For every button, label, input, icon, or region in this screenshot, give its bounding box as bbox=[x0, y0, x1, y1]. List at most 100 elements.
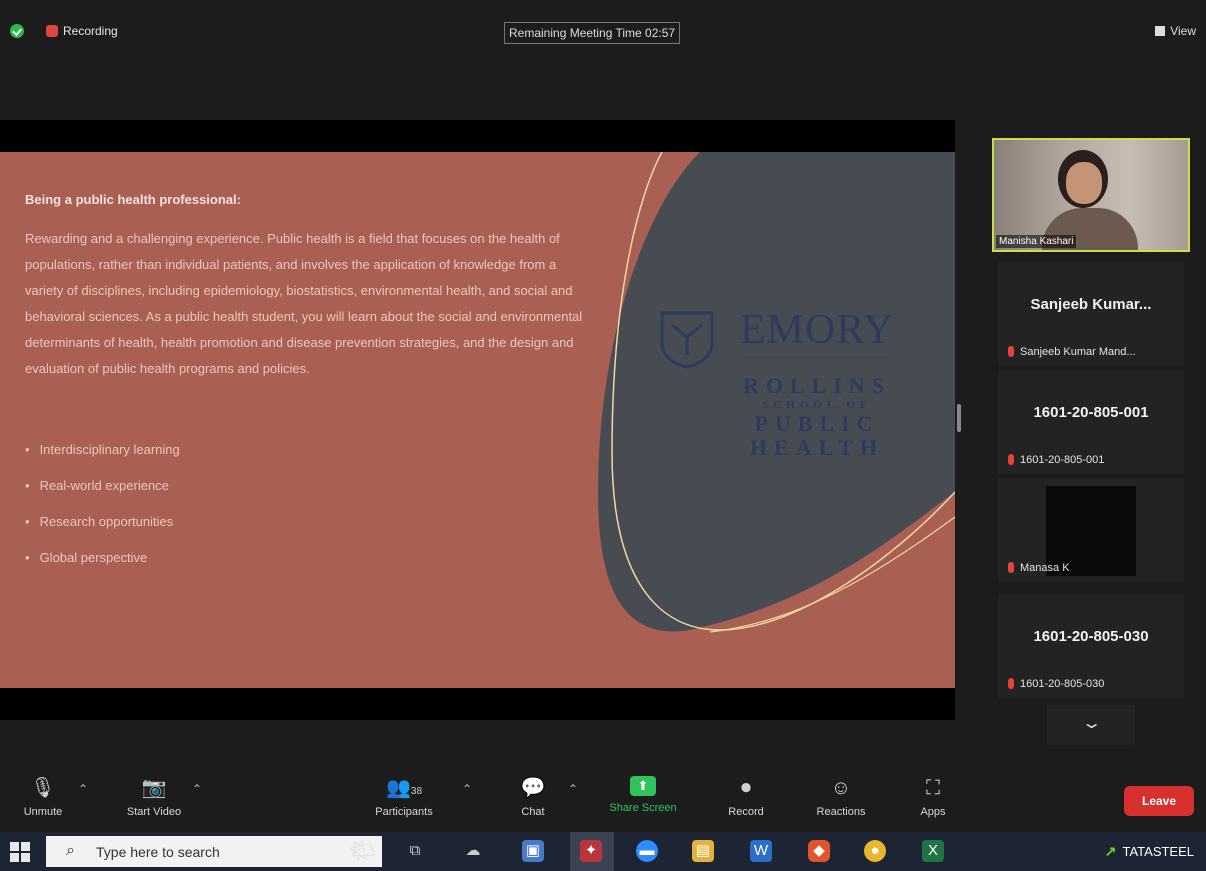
muted-microphone-icon: 🎙 bbox=[30, 777, 56, 799]
apps-button[interactable]: ⛶ Apps bbox=[912, 776, 954, 818]
participant-display-name: 1601-20-805-030 bbox=[1033, 628, 1149, 645]
meeting-top-bar: Recording Remaining Meeting Time 02:57 V… bbox=[0, 0, 1206, 65]
file-explorer-icon[interactable]: ▤ bbox=[692, 840, 714, 862]
search-placeholder: Type here to search bbox=[96, 844, 220, 860]
video-options-chevron-icon[interactable]: ⌃ bbox=[192, 782, 202, 796]
participants-button[interactable]: 👥38 Participants bbox=[362, 776, 446, 818]
participant-display-name: Sanjeeb Kumar... bbox=[1030, 296, 1152, 313]
task-view-icon[interactable]: ⧉ bbox=[404, 840, 426, 862]
tray-weather-widget[interactable]: ↗ TATASTEEL bbox=[1105, 843, 1194, 860]
zoom-app-icon[interactable]: ▬ bbox=[636, 840, 658, 862]
unmute-button[interactable]: 🎙 Unmute bbox=[16, 776, 70, 818]
rollins-logo-text: ROLLINS SCHOOL OF PUBLIC HEALTH bbox=[742, 374, 892, 460]
widgets-icon[interactable]: ☁ bbox=[462, 840, 484, 862]
meeting-timer: Remaining Meeting Time 02:57 bbox=[504, 22, 681, 44]
logo-line: PUBLIC bbox=[754, 411, 880, 436]
security-shield-icon[interactable] bbox=[10, 24, 24, 38]
panel-resize-handle[interactable] bbox=[957, 404, 961, 432]
brave-browser-icon[interactable]: ◆ bbox=[808, 840, 830, 862]
shared-screen-area: Being a public health professional: Rewa… bbox=[0, 120, 955, 720]
recording-indicator[interactable]: Recording bbox=[46, 24, 118, 38]
share-screen-button[interactable]: ⬆ Share Screen bbox=[598, 776, 688, 814]
unmute-label: Unmute bbox=[23, 806, 63, 818]
view-button[interactable]: View bbox=[1155, 24, 1196, 38]
participants-options-chevron-icon[interactable]: ⌃ bbox=[462, 782, 472, 796]
participant-name-text: Sanjeeb Kumar Mand... bbox=[1020, 346, 1136, 358]
start-video-label: Start Video bbox=[126, 806, 182, 818]
muted-mic-icon bbox=[1008, 454, 1014, 465]
muted-mic-icon bbox=[1008, 562, 1014, 573]
presentation-slide: Being a public health professional: Rewa… bbox=[0, 152, 955, 688]
chat-bubble-icon: 💬 bbox=[520, 777, 546, 799]
grid-icon bbox=[1155, 26, 1166, 36]
record-icon: ⏺ bbox=[741, 777, 751, 799]
bullet-item: Interdisciplinary learning bbox=[25, 442, 180, 478]
windows-start-icon[interactable] bbox=[10, 842, 30, 862]
reactions-button[interactable]: ☺ Reactions bbox=[806, 776, 876, 818]
word-app-icon[interactable]: W bbox=[750, 840, 772, 862]
reactions-smiley-icon: ☺ bbox=[830, 777, 852, 799]
participant-name-text: 1601-20-805-030 bbox=[1020, 678, 1105, 690]
participant-name-label: Sanjeeb Kumar Mand... bbox=[1008, 346, 1136, 358]
chevron-down-icon: ⌄ bbox=[1080, 715, 1103, 732]
taskbar-search-box[interactable]: ⌕ Type here to search 🌤 bbox=[46, 836, 382, 867]
app-icon[interactable]: ✦ bbox=[580, 840, 602, 862]
participant-tile[interactable]: 1601-20-805-001 1601-20-805-001 bbox=[998, 370, 1184, 474]
chat-button[interactable]: 💬 Chat bbox=[512, 776, 554, 818]
participant-name-label: Manasa K bbox=[1008, 562, 1070, 574]
logo-divider bbox=[742, 357, 890, 358]
record-button[interactable]: ⏺ Record bbox=[720, 776, 772, 818]
participant-name-label: Manisha Kashari bbox=[996, 235, 1077, 248]
emory-shield-logo-icon bbox=[660, 311, 714, 369]
record-label: Record bbox=[728, 806, 764, 818]
slide-title: Being a public health professional: bbox=[25, 192, 241, 207]
slide-bullet-list: Interdisciplinary learning Real-world ex… bbox=[25, 442, 180, 586]
participant-name-label: 1601-20-805-030 bbox=[1008, 678, 1104, 690]
store-icon[interactable]: ▣ bbox=[522, 840, 544, 862]
logo-line: SCHOOL OF bbox=[762, 399, 872, 411]
chat-options-chevron-icon[interactable]: ⌃ bbox=[568, 782, 578, 796]
muted-mic-icon bbox=[1008, 678, 1014, 689]
apps-label: Apps bbox=[920, 806, 946, 818]
reactions-label: Reactions bbox=[816, 806, 866, 818]
participant-name-text: 1601-20-805-001 bbox=[1020, 454, 1105, 466]
chrome-icon[interactable]: ● bbox=[864, 840, 886, 862]
recording-label: Recording bbox=[63, 24, 118, 38]
slide-body-text: Rewarding and a challenging experience. … bbox=[25, 231, 583, 376]
participant-tile[interactable]: Manasa K bbox=[998, 478, 1184, 582]
search-icon: ⌕ bbox=[66, 842, 75, 859]
participant-display-name: 1601-20-805-001 bbox=[1033, 404, 1149, 421]
windows-taskbar: ⌕ Type here to search 🌤 ⧉ ☁ ▣ ✦ ▬ ▤ W ◆ … bbox=[0, 832, 1206, 871]
video-off-icon: 📷 bbox=[141, 777, 167, 799]
bullet-item: Research opportunities bbox=[25, 514, 180, 550]
logo-line: ROLLINS bbox=[742, 373, 892, 398]
audio-options-chevron-icon[interactable]: ⌃ bbox=[78, 782, 88, 796]
share-screen-label: Share Screen bbox=[609, 802, 677, 814]
chat-label: Chat bbox=[521, 806, 545, 818]
muted-mic-icon bbox=[1008, 346, 1014, 357]
share-screen-icon: ⬆ bbox=[630, 776, 656, 796]
video-person-face bbox=[1066, 162, 1102, 204]
participant-name-label: 1601-20-805-001 bbox=[1008, 454, 1104, 466]
view-label: View bbox=[1170, 24, 1196, 38]
participants-count: 38 bbox=[410, 786, 423, 797]
participant-tile[interactable]: 1601-20-805-030 1601-20-805-030 bbox=[998, 594, 1184, 698]
participant-name-text: Manasa K bbox=[1020, 562, 1070, 574]
active-speaker-tile[interactable]: Manisha Kashari bbox=[992, 138, 1190, 252]
recording-dot-icon bbox=[46, 25, 58, 37]
more-participants-button[interactable]: ⌄ bbox=[1047, 705, 1135, 745]
meeting-controls: 🎙 Unmute ⌃ 📷 Start Video ⌃ 👥38 Participa… bbox=[0, 770, 1206, 832]
participants-icon: 👥38 bbox=[385, 777, 423, 799]
leave-button[interactable]: Leave bbox=[1124, 786, 1194, 816]
bullet-item: Real-world experience bbox=[25, 478, 180, 514]
search-highlight-icon: 🌤 bbox=[348, 838, 376, 863]
start-video-button[interactable]: 📷 Start Video bbox=[112, 776, 196, 818]
trend-arrow-icon: ↗ bbox=[1104, 843, 1117, 859]
logo-line: HEALTH bbox=[749, 435, 885, 460]
apps-icon: ⛶ bbox=[926, 777, 940, 799]
participants-label: Participants bbox=[375, 806, 433, 818]
bullet-item: Global perspective bbox=[25, 550, 180, 586]
participant-tile[interactable]: Sanjeeb Kumar... Sanjeeb Kumar Mand... bbox=[998, 262, 1184, 366]
excel-app-icon[interactable]: X bbox=[922, 840, 944, 862]
emory-logo-text: EMORY bbox=[740, 307, 895, 353]
